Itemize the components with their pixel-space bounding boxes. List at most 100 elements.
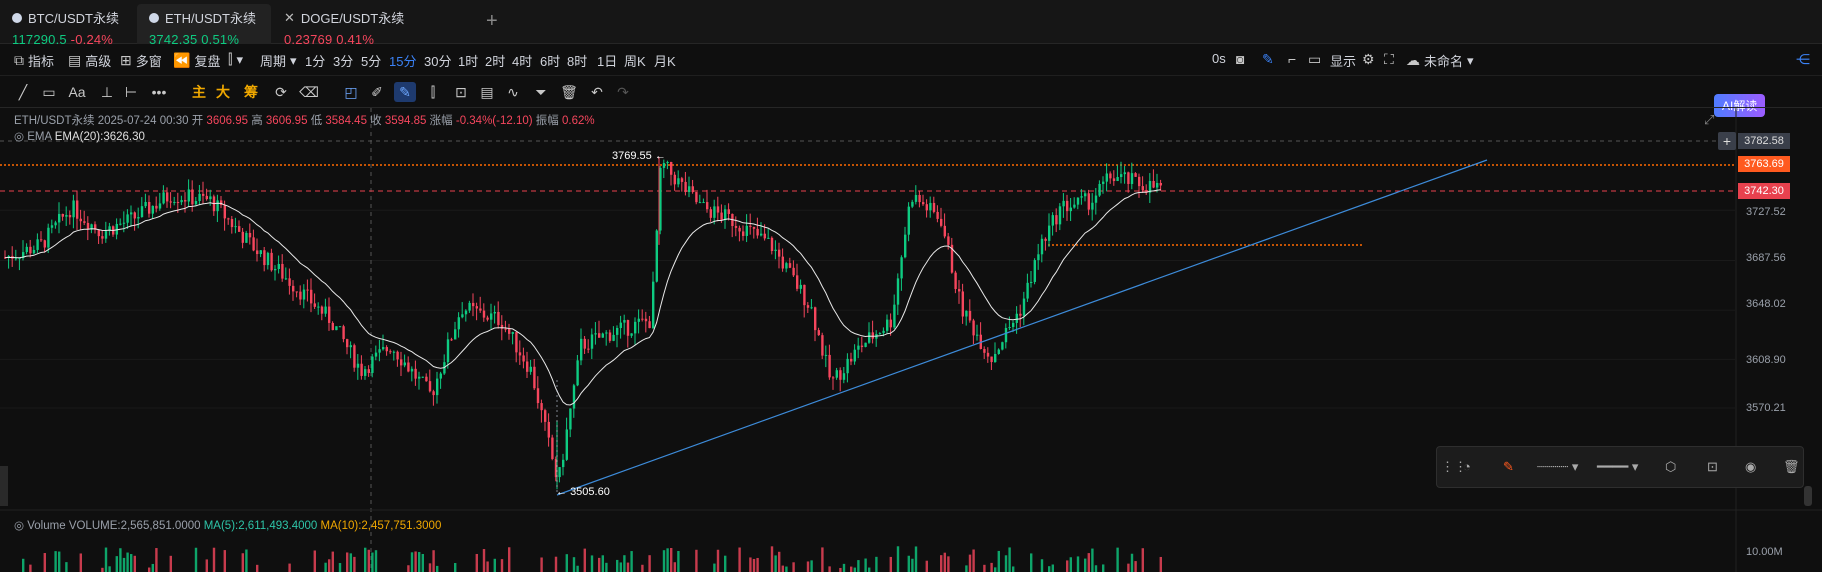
advanced-button[interactable]: ▤ 高级 [68, 51, 111, 70]
right-scroll-handle[interactable] [1804, 486, 1812, 506]
delete-icon[interactable]: 🗑 [1783, 459, 1800, 475]
coin-icon [149, 12, 159, 23]
chart-type-button[interactable]: ⫿ ▾ [228, 51, 243, 68]
trash-icon[interactable]: 🗑 [558, 82, 580, 102]
candle-body [1066, 200, 1069, 212]
candle-body [860, 345, 864, 347]
volume-bar [616, 559, 619, 572]
visibility-icon[interactable]: ◉ [1745, 459, 1756, 475]
interval-week[interactable]: 周K [624, 51, 646, 70]
template-icon[interactable]: ◔ [1463, 459, 1471, 474]
period-dropdown[interactable]: 周期 ▾ [260, 51, 297, 70]
crop-icon[interactable]: ⌐ [1288, 51, 1296, 67]
pen-icon[interactable]: ✎ [1262, 51, 1274, 68]
ray-tool-icon[interactable]: ⊢ [120, 82, 142, 102]
display-button[interactable]: 显示 [1330, 51, 1356, 70]
close-icon[interactable]: ✕ [284, 10, 295, 26]
candle-body [331, 322, 334, 331]
color-pen-icon[interactable]: ✎ [1503, 459, 1514, 475]
candle-body [1022, 298, 1026, 316]
large-button[interactable]: 大 [212, 82, 234, 102]
replay-button[interactable]: ⏪ 复盘 [173, 51, 220, 70]
candle-body [1127, 172, 1130, 184]
volume-bar [619, 562, 622, 572]
candle-body [947, 236, 950, 245]
candle-body [490, 313, 493, 320]
tab-btc[interactable]: BTC/USDT永续 117290.5 -0.24% [0, 4, 155, 47]
multi-window-button[interactable]: ⊞ 多窗 [120, 51, 162, 70]
volume-bar [486, 561, 489, 572]
volume-bar [79, 553, 82, 572]
interval-15m[interactable]: 15分 [389, 51, 416, 70]
wave-icon[interactable]: ∿ [502, 82, 524, 102]
interval-1m[interactable]: 1分 [305, 51, 325, 70]
add-tab-icon[interactable]: + [486, 10, 498, 33]
candles-icon[interactable]: ⫿ [422, 82, 444, 102]
horizontal-line-icon[interactable]: ⊥ [96, 82, 118, 102]
magnet-icon[interactable]: ⟳ [270, 82, 292, 102]
interval-30m[interactable]: 30分 [424, 51, 451, 70]
brush-icon[interactable]: ✐ [366, 82, 388, 102]
draw-mode-icon[interactable]: ✎ [394, 82, 416, 102]
tab-doge[interactable]: ✕ DOGE/USDT永续 0.23769 0.41% [272, 4, 432, 48]
candle-body [428, 381, 432, 392]
eye-icon[interactable]: ◎ [14, 520, 24, 532]
interval-5m[interactable]: 5分 [361, 51, 381, 70]
share-icon[interactable]: ⋲ [1796, 51, 1810, 68]
filter-icon[interactable]: ⏷ [530, 82, 552, 102]
lock-icon[interactable]: ⊡ [450, 82, 472, 102]
cloud-save-button[interactable]: ☁ 未命名 ▾ [1406, 51, 1474, 70]
rectangle-tool-icon[interactable]: ▭ [38, 82, 60, 102]
candle-body [133, 212, 136, 219]
indicators-button[interactable]: ⧉ 指标 [14, 51, 54, 70]
fullscreen-icon[interactable]: ⛶ [1384, 51, 1394, 68]
line-width-dropdown[interactable]: ━━━━ ▾ [1597, 459, 1638, 475]
interval-8h[interactable]: 8时 [567, 51, 587, 70]
candle-body [648, 321, 651, 329]
volume-bar [414, 551, 417, 572]
note-icon[interactable]: ▤ [476, 82, 498, 102]
interval-6h[interactable]: 6时 [540, 51, 560, 70]
interval-3m[interactable]: 3分 [333, 51, 353, 70]
more-icon[interactable]: ••• [148, 82, 170, 102]
add-alert-icon[interactable]: + [1718, 132, 1736, 150]
volume-bar [212, 547, 216, 572]
volume-bar [500, 559, 504, 572]
settings-icon[interactable]: ⚙ [1362, 51, 1375, 68]
line-tool-icon[interactable]: ╱ [12, 82, 34, 102]
main-button[interactable]: 主 [188, 82, 210, 102]
interval-1h[interactable]: 1时 [458, 51, 478, 70]
price-chart[interactable] [0, 108, 1822, 572]
lock-icon[interactable]: ⊡ [1707, 459, 1718, 475]
candle-body [626, 320, 630, 336]
undo-icon[interactable]: ↶ [586, 82, 608, 102]
text-tool-icon[interactable]: Aa [66, 82, 88, 102]
volume-bar [241, 553, 244, 572]
chips-button[interactable]: 筹 [240, 82, 262, 102]
settings-icon[interactable]: ⬡ [1665, 459, 1676, 475]
eraser-icon[interactable]: ⌫ [298, 82, 320, 102]
candle-body [961, 291, 964, 317]
candle-body [425, 376, 428, 382]
select-icon[interactable]: ◰ [340, 82, 362, 102]
maximize-icon[interactable]: ⤢ [1704, 112, 1714, 128]
line-style-dropdown[interactable]: ┈┈┈┈ ▾ [1537, 459, 1578, 475]
left-panel-handle[interactable] [0, 466, 8, 506]
volume-bar [418, 552, 421, 572]
interval-4h[interactable]: 4时 [512, 51, 532, 70]
layout-icon[interactable]: ▭ [1308, 51, 1321, 68]
candle-body [518, 352, 522, 356]
volume-bar [839, 567, 842, 572]
camera-icon[interactable]: ◙ [1236, 51, 1244, 67]
redo-icon[interactable]: ↷ [612, 82, 634, 102]
interval-month[interactable]: 月K [654, 51, 676, 70]
candle-body [688, 186, 691, 192]
volume-bar [245, 549, 248, 572]
interval-1d[interactable]: 1日 [597, 51, 617, 70]
candle-body [770, 237, 774, 252]
candle-body [900, 257, 903, 279]
tab-eth[interactable]: ETH/USDT永续 3742.35 0.51% [137, 4, 271, 47]
interval-2h[interactable]: 2时 [485, 51, 505, 70]
eye-icon[interactable]: ◎ [14, 131, 24, 143]
resistance-price-tag: 3763.69 [1738, 156, 1790, 172]
